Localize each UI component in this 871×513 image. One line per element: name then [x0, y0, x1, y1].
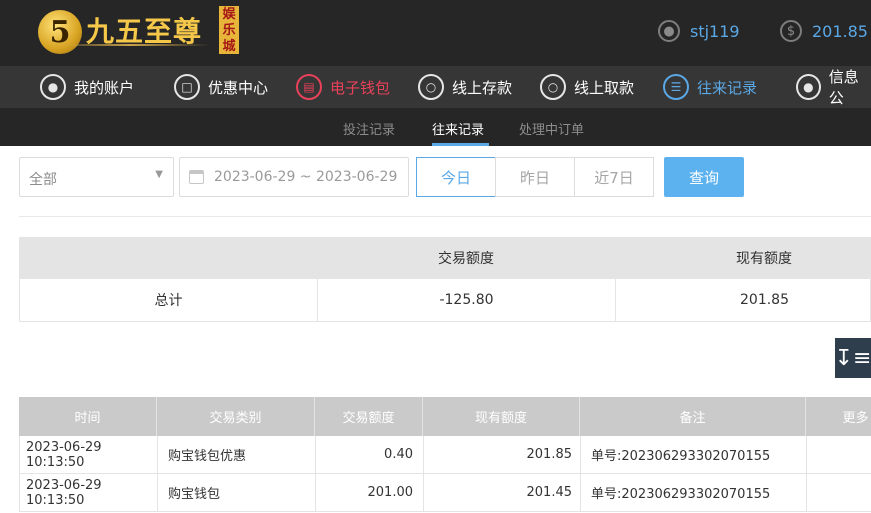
brand-logo[interactable]: 5 九五至尊: [38, 6, 202, 58]
nav-label: 线上取款: [574, 78, 635, 97]
logo-ornament: [50, 44, 210, 46]
logo-badge: 5: [38, 10, 82, 54]
nav-label: 电子钱包: [330, 78, 391, 97]
nav-item-withdraw[interactable]: ○ 线上取款: [540, 66, 634, 108]
nav-item-deposit[interactable]: ○ 线上存款: [418, 66, 512, 108]
sub-nav: 投注记录 往来记录 处理中订单: [0, 108, 871, 146]
username: stj119: [690, 21, 740, 41]
summary-table: 交易额度 现有额度 总计 -125.80 201.85: [19, 237, 871, 322]
row-type: 购宝钱包优惠: [158, 436, 316, 473]
summary-amount: -125.80: [318, 279, 616, 321]
summary-row: 总计 -125.80 201.85: [19, 279, 871, 322]
quick-yesterday-button[interactable]: 昨日: [495, 157, 575, 197]
user-info[interactable]: ● stj119: [658, 17, 740, 45]
column-header: 备注: [580, 397, 806, 436]
nav-label: 线上存款: [452, 78, 513, 97]
row-note: 单号:202306293302070155: [581, 474, 807, 511]
nav-item-wallet[interactable]: ▤ 电子钱包: [296, 66, 390, 108]
withdraw-icon: ○: [540, 74, 566, 100]
summary-header: 交易额度 现有额度: [19, 237, 871, 279]
quick-7days-button[interactable]: 近7日: [574, 157, 654, 197]
row-note: 单号:202306293302070155: [581, 436, 807, 473]
column-header: 时间: [19, 397, 157, 436]
tab-transactions[interactable]: 往来记录: [432, 119, 484, 138]
summary-balance: 201.85: [616, 279, 871, 321]
nav-item-messages[interactable]: ● 信息公: [796, 66, 871, 108]
main-nav: ● 我的账户 □ 优惠中心 ▤ 电子钱包 ○ 线上存款 ○ 线上取款 ☰ 往来记…: [0, 66, 871, 108]
column-header: 交易类别: [157, 397, 315, 436]
nav-item-account[interactable]: ● 我的账户: [40, 66, 134, 108]
top-bar: 5 九五至尊 娱乐城 ● stj119 $ 201.85 R: [0, 0, 871, 66]
user-icon: ●: [658, 20, 680, 42]
row-more[interactable]: [807, 436, 871, 473]
deposit-icon: ○: [418, 74, 444, 100]
nav-label: 我的账户: [74, 78, 135, 97]
brand-name: 九五至尊: [86, 15, 203, 48]
row-balance: 201.45: [424, 474, 581, 511]
quick-today-button[interactable]: 今日: [416, 157, 496, 197]
records-icon: ☰: [663, 74, 689, 100]
type-select-value: 全部: [29, 172, 57, 188]
date-range-input[interactable]: 2023-06-29 ~ 2023-06-29: [179, 157, 409, 197]
nav-item-promotions[interactable]: □ 优惠中心: [174, 66, 268, 108]
caret-down-icon: ▼: [155, 169, 163, 180]
summary-header-cell: 交易额度: [438, 251, 494, 267]
date-range-value: 2023-06-29 ~ 2023-06-29: [214, 169, 398, 185]
bell-icon: ●: [796, 74, 821, 100]
query-button[interactable]: 查询: [664, 157, 744, 197]
type-select[interactable]: 全部 ▼: [19, 157, 174, 197]
balance-info[interactable]: $ 201.85 R: [780, 17, 871, 45]
user-icon: ●: [40, 74, 66, 100]
active-tab-indicator: [432, 143, 489, 146]
row-time: 2023-06-29 10:13:50: [20, 474, 158, 511]
records-table: 时间 交易类别 交易额度 现有额度 备注 更多 2023-06-29 10:13…: [19, 397, 871, 512]
row-balance: 201.85: [424, 436, 581, 473]
summary-label: 总计: [20, 279, 318, 321]
gift-icon: □: [174, 74, 200, 100]
calendar-icon: [189, 170, 204, 184]
table-row: 2023-06-29 10:13:50 购宝钱包 201.00 201.45 单…: [19, 474, 871, 512]
column-header: 现有额度: [423, 397, 580, 436]
dollar-icon: $: [780, 20, 802, 42]
nav-label: 信息公: [828, 68, 859, 107]
balance-amount: 201.85: [812, 21, 868, 41]
nav-label: 往来记录: [697, 78, 758, 97]
records-header: 时间 交易类别 交易额度 现有额度 备注 更多: [19, 397, 871, 436]
wallet-icon: ▤: [296, 74, 322, 100]
nav-item-records[interactable]: ☰ 往来记录: [663, 66, 757, 108]
row-time: 2023-06-29 10:13:50: [20, 436, 158, 473]
row-type: 购宝钱包: [158, 474, 316, 511]
row-more[interactable]: [807, 474, 871, 511]
tab-pending-orders[interactable]: 处理中订单: [519, 119, 584, 138]
divider: [19, 216, 871, 217]
row-amount: 201.00: [316, 474, 424, 511]
summary-header-cell: 现有额度: [736, 251, 792, 267]
column-header: 交易额度: [315, 397, 423, 436]
sort-icon[interactable]: ↧≡: [835, 338, 871, 378]
table-row: 2023-06-29 10:13:50 购宝钱包优惠 0.40 201.85 单…: [19, 436, 871, 474]
nav-label: 优惠中心: [208, 78, 269, 97]
column-header: 更多: [806, 397, 871, 436]
row-amount: 0.40: [316, 436, 424, 473]
summary-header-cell: [19, 237, 317, 279]
tab-bet-records[interactable]: 投注记录: [343, 119, 395, 138]
brand-tag: 娱乐城: [219, 6, 239, 54]
